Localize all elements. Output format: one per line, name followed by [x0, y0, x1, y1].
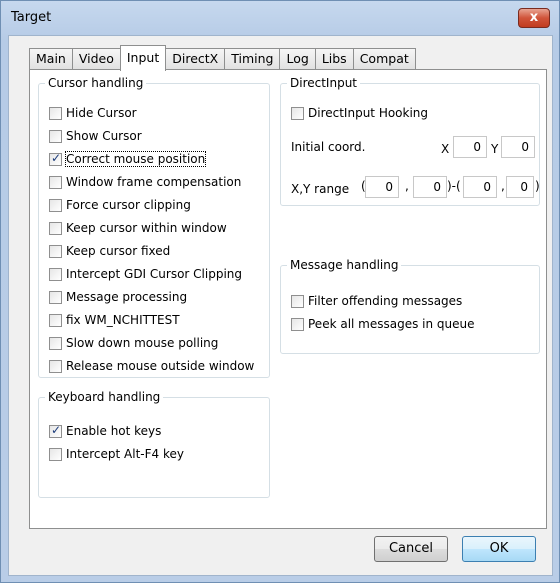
checkbox-box[interactable]: [49, 313, 62, 327]
checkbox-enable-hot-keys[interactable]: Enable hot keys: [49, 422, 161, 440]
checkbox-box[interactable]: [291, 317, 304, 331]
checkbox-release-mouse-outside-window[interactable]: Release mouse outside window: [49, 357, 254, 375]
checkbox-directinput-hooking[interactable]: DirectInput Hooking: [291, 104, 428, 122]
tab-strip: Main Video Input DirectX Timing Log Libs…: [29, 45, 416, 71]
checkbox-box[interactable]: [49, 359, 62, 373]
checkbox-label: Hide Cursor: [66, 106, 137, 120]
tab-compat[interactable]: Compat: [352, 48, 416, 70]
initial-y-label: Y: [491, 142, 499, 156]
checkbox-label: DirectInput Hooking: [308, 106, 429, 120]
initial-x-field[interactable]: 0: [453, 136, 487, 158]
checkbox-box[interactable]: [49, 336, 62, 350]
checkbox-label: Filter offending messages: [308, 294, 463, 308]
checkbox-intercept-gdi-cursor-clipping[interactable]: Intercept GDI Cursor Clipping: [49, 265, 242, 283]
checkbox-label: Window frame compensation: [66, 175, 242, 189]
checkbox-label: Release mouse outside window: [66, 359, 255, 373]
checkbox-box[interactable]: [49, 221, 62, 235]
tab-input[interactable]: Input: [119, 45, 167, 71]
range-y2-field[interactable]: 0: [506, 176, 534, 198]
checkbox-label: Intercept GDI Cursor Clipping: [66, 267, 243, 281]
range-close-paren: ): [535, 179, 540, 193]
checkbox-message-processing[interactable]: Message processing: [49, 288, 187, 306]
checkbox-keep-cursor-fixed[interactable]: Keep cursor fixed: [49, 242, 170, 260]
tab-libs[interactable]: Libs: [314, 48, 354, 70]
checkbox-keep-cursor-within-window[interactable]: Keep cursor within window: [49, 219, 227, 237]
checkbox-intercept-alt-f4[interactable]: Intercept Alt-F4 key: [49, 445, 184, 463]
checkbox-box[interactable]: [49, 267, 62, 281]
checkbox-show-cursor[interactable]: Show Cursor: [49, 127, 142, 145]
cursor-handling-group: Cursor handling Hide Cursor Show Cursor …: [38, 76, 270, 378]
tab-main[interactable]: Main: [29, 48, 73, 70]
range-x2-field[interactable]: 0: [463, 176, 497, 198]
xy-range-label: X,Y range: [291, 182, 350, 196]
directinput-group: DirectInput DirectInput Hooking Initial …: [280, 76, 540, 206]
window-title: Target: [11, 10, 52, 25]
checkbox-box[interactable]: [49, 244, 62, 258]
checkbox-box[interactable]: [291, 106, 304, 120]
checkbox-box[interactable]: [49, 290, 62, 304]
initial-y-field[interactable]: 0: [501, 136, 535, 158]
checkbox-label: Peek all messages in queue: [308, 317, 475, 331]
checkbox-box[interactable]: [49, 129, 62, 143]
range-separator: )-(: [447, 179, 461, 193]
tab-log[interactable]: Log: [279, 48, 316, 70]
checkbox-label: Slow down mouse polling: [66, 336, 219, 350]
checkbox-box[interactable]: [49, 175, 62, 189]
range-x1-field[interactable]: 0: [365, 176, 399, 198]
checkbox-peek-all-messages[interactable]: Peek all messages in queue: [291, 315, 475, 333]
checkbox-label: Keep cursor fixed: [66, 244, 171, 258]
checkbox-box[interactable]: [49, 198, 62, 212]
directinput-legend: DirectInput: [290, 76, 358, 90]
dialog-client-area: Main Video Input DirectX Timing Log Libs…: [8, 35, 553, 576]
checkbox-label: fix WM_NCHITTEST: [66, 313, 180, 327]
tab-timing[interactable]: Timing: [224, 48, 281, 70]
initial-x-label: X: [441, 142, 450, 156]
cancel-button[interactable]: Cancel: [374, 536, 448, 562]
checkbox-box[interactable]: [49, 106, 62, 120]
range-comma: ,: [501, 179, 505, 193]
checkbox-correct-mouse-position[interactable]: Correct mouse position: [49, 150, 207, 168]
ok-button[interactable]: OK: [462, 536, 536, 562]
input-tab-panel: Cursor handling Hide Cursor Show Cursor …: [29, 69, 547, 529]
tab-video[interactable]: Video: [71, 48, 121, 70]
message-handling-legend: Message handling: [290, 258, 399, 272]
range-y1-field[interactable]: 0: [413, 176, 447, 198]
message-handling-group: Message handling Filter offending messag…: [280, 258, 540, 354]
checkbox-label: Intercept Alt-F4 key: [66, 447, 184, 461]
checkbox-slow-down-mouse-polling[interactable]: Slow down mouse polling: [49, 334, 218, 352]
close-button[interactable]: x: [518, 8, 550, 28]
initial-coord-label: Initial coord.: [291, 140, 366, 154]
checkbox-label: Show Cursor: [66, 129, 142, 143]
checkbox-force-cursor-clipping[interactable]: Force cursor clipping: [49, 196, 191, 214]
checkbox-hide-cursor[interactable]: Hide Cursor: [49, 104, 137, 122]
checkbox-box[interactable]: [291, 294, 304, 308]
cursor-handling-legend: Cursor handling: [48, 76, 144, 90]
checkbox-box-checked[interactable]: [49, 423, 62, 438]
checkbox-box-checked[interactable]: [49, 151, 62, 166]
checkbox-label: Keep cursor within window: [66, 221, 227, 235]
close-icon: x: [529, 10, 539, 25]
checkbox-fix-wm-nchittest[interactable]: fix WM_NCHITTEST: [49, 311, 180, 329]
title-bar: Target x: [1, 1, 559, 35]
range-comma: ,: [405, 179, 409, 193]
checkbox-filter-offending-messages[interactable]: Filter offending messages: [291, 292, 462, 310]
keyboard-handling-legend: Keyboard handling: [48, 390, 161, 404]
tab-directx[interactable]: DirectX: [165, 48, 226, 70]
checkbox-label: Enable hot keys: [66, 424, 162, 438]
keyboard-handling-group: Keyboard handling Enable hot keys Interc…: [38, 390, 270, 498]
checkbox-label: Message processing: [66, 290, 188, 304]
checkbox-box[interactable]: [49, 447, 62, 461]
checkbox-window-frame-compensation[interactable]: Window frame compensation: [49, 173, 241, 191]
checkbox-label: Force cursor clipping: [66, 198, 191, 212]
dialog-window: Target x Main Video Input DirectX Timing…: [0, 0, 560, 583]
checkbox-label: Correct mouse position: [64, 151, 207, 167]
